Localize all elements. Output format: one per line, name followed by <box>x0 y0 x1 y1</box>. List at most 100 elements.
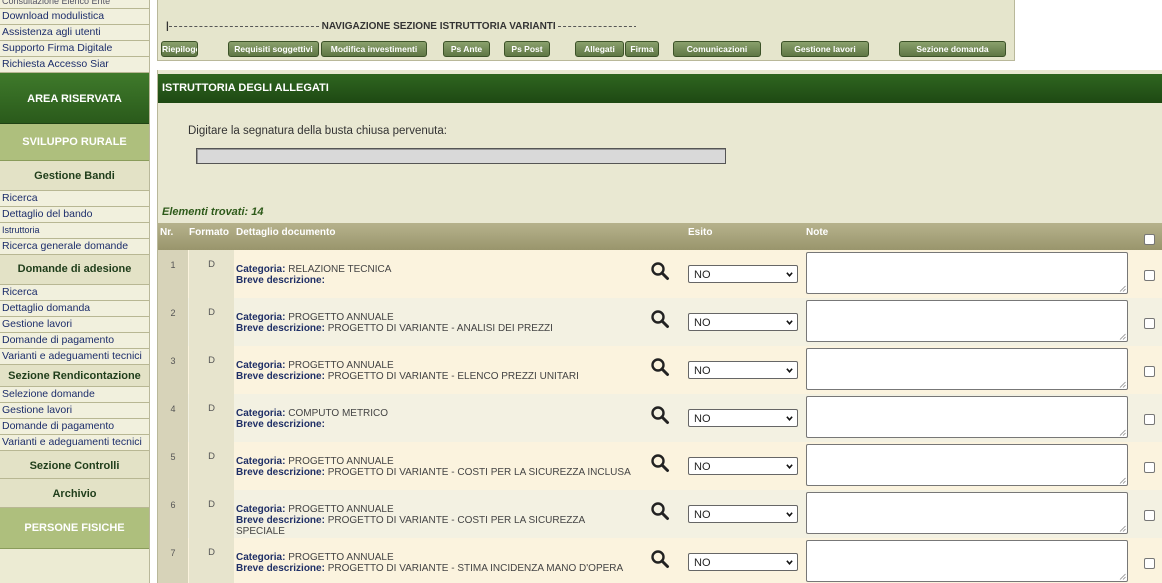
sidebar-rend-selezione[interactable]: Selezione domande <box>0 387 149 403</box>
sidebar-rend-gestione-lavori[interactable]: Gestione lavori <box>0 403 149 419</box>
category-value: RELAZIONE TECNICA <box>288 264 392 275</box>
nav-title-row: | NAVIGAZIONE SEZIONE ISTRUTTORIA VARIAN… <box>166 21 636 35</box>
sidebar-rend-varianti[interactable]: Varianti e adeguamenti tecnici <box>0 435 149 451</box>
resize-grip-icon[interactable] <box>1119 285 1126 292</box>
category-label: Categoria: <box>236 312 286 323</box>
description-label: Breve descrizione: <box>236 563 325 574</box>
table-row: 3 D Categoria: PROGETTO ANNUALE Breve de… <box>158 346 1162 395</box>
sidebar-bandi-istruttoria[interactable]: Istruttoria <box>0 223 149 239</box>
sidebar-link-accesso-siar[interactable]: Richiesta Accesso Siar <box>0 57 149 73</box>
category-label: Categoria: <box>236 408 286 419</box>
sidebar-sviluppo-rurale[interactable]: SVILUPPO RURALE <box>0 124 149 161</box>
row-document-detail: Categoria: PROGETTO ANNUALE Breve descri… <box>236 456 636 478</box>
category-label: Categoria: <box>236 456 286 467</box>
chevron-down-icon <box>786 272 793 278</box>
note-textarea[interactable] <box>806 492 1128 534</box>
nav-button-sezione-domanda[interactable]: Sezione domanda <box>899 41 1006 57</box>
category-label: Categoria: <box>236 360 286 371</box>
category-value: PROGETTO ANNUALE <box>288 552 394 563</box>
sidebar-link-assistenza[interactable]: Assistenza agli utenti <box>0 25 149 41</box>
table-row: 2 D Categoria: PROGETTO ANNUALE Breve de… <box>158 298 1162 347</box>
esito-select[interactable]: NO <box>688 313 798 331</box>
row-checkbox[interactable] <box>1144 462 1155 473</box>
row-checkbox[interactable] <box>1144 510 1155 521</box>
sidebar-persone-fisiche[interactable]: PERSONE FISICHE <box>0 508 149 549</box>
sidebar-link-firma-digitale[interactable]: Supporto Firma Digitale <box>0 41 149 57</box>
signature-input[interactable] <box>196 148 726 164</box>
esito-value: NO <box>694 317 711 329</box>
sidebar-domande-adesione[interactable]: Domande di adesione <box>0 255 149 285</box>
magnifier-icon[interactable] <box>650 501 670 521</box>
sidebar-sezione-rendicontazione[interactable]: Sezione Rendicontazione <box>0 365 149 387</box>
magnifier-icon[interactable] <box>650 549 670 569</box>
row-document-detail: Categoria: PROGETTO ANNUALE Breve descri… <box>236 312 636 334</box>
sidebar-gestione-bandi[interactable]: Gestione Bandi <box>0 161 149 191</box>
esito-value: NO <box>694 509 711 521</box>
sidebar-adesione-gestione-lavori[interactable]: Gestione lavori <box>0 317 149 333</box>
esito-select[interactable]: NO <box>688 553 798 571</box>
nav-button-modifica-investimenti[interactable]: Modifica investimenti <box>321 41 427 57</box>
note-textarea[interactable] <box>806 444 1128 486</box>
magnifier-icon[interactable] <box>650 357 670 377</box>
resize-grip-icon[interactable] <box>1119 333 1126 340</box>
nav-button-gestione-lavori[interactable]: Gestione lavori <box>781 41 869 57</box>
description-label: Breve descrizione: <box>236 467 325 478</box>
sidebar-bandi-ricerca-generale[interactable]: Ricerca generale domande <box>0 239 149 255</box>
esito-select[interactable]: NO <box>688 505 798 523</box>
magnifier-icon[interactable] <box>650 309 670 329</box>
nav-button-ps-post[interactable]: Ps Post <box>504 41 550 57</box>
resize-grip-icon[interactable] <box>1119 429 1126 436</box>
nav-button-allegati[interactable]: Allegati <box>575 41 624 57</box>
row-document-detail: Categoria: PROGETTO ANNUALE Breve descri… <box>236 504 636 537</box>
sidebar-adesione-pagamento[interactable]: Domande di pagamento <box>0 333 149 349</box>
signature-label: Digitare la segnatura della busta chiusa… <box>188 125 447 137</box>
sidebar-archivio[interactable]: Archivio <box>0 479 149 508</box>
note-textarea[interactable] <box>806 348 1128 390</box>
table-row: 4 D Categoria: COMPUTO METRICO Breve des… <box>158 394 1162 443</box>
esito-select[interactable]: NO <box>688 265 798 283</box>
sidebar-bandi-dettaglio[interactable]: Dettaglio del bando <box>0 207 149 223</box>
note-textarea[interactable] <box>806 300 1128 342</box>
resize-grip-icon[interactable] <box>1119 381 1126 388</box>
note-textarea[interactable] <box>806 252 1128 294</box>
row-checkbox[interactable] <box>1144 558 1155 569</box>
nav-button-requisiti[interactable]: Requisiti soggettivi <box>228 41 319 57</box>
sidebar-bandi-ricerca[interactable]: Ricerca <box>0 191 149 207</box>
sidebar-link-cut[interactable]: Consultazione Elenco Ente <box>0 0 149 9</box>
note-textarea[interactable] <box>806 396 1128 438</box>
magnifier-icon[interactable] <box>650 453 670 473</box>
resize-grip-icon[interactable] <box>1119 477 1126 484</box>
magnifier-icon[interactable] <box>650 261 670 281</box>
sidebar-adesione-ricerca[interactable]: Ricerca <box>0 285 149 301</box>
sidebar-link-download[interactable]: Download modulistica <box>0 9 149 25</box>
esito-select[interactable]: NO <box>688 409 798 427</box>
row-checkbox[interactable] <box>1144 318 1155 329</box>
row-format: D <box>189 538 234 583</box>
sidebar-adesione-varianti[interactable]: Varianti e adeguamenti tecnici <box>0 349 149 365</box>
row-checkbox[interactable] <box>1144 270 1155 281</box>
nav-button-ps-ante[interactable]: Ps Ante <box>443 41 490 57</box>
esito-select[interactable]: NO <box>688 457 798 475</box>
nav-button-firma[interactable]: Firma <box>625 41 659 57</box>
magnifier-icon[interactable] <box>650 405 670 425</box>
esito-select[interactable]: NO <box>688 361 798 379</box>
category-value: PROGETTO ANNUALE <box>288 360 394 371</box>
sidebar-adesione-dettaglio[interactable]: Dettaglio domanda <box>0 301 149 317</box>
table-header: Nr. Formato Dettaglio documento Esito No… <box>158 223 1162 250</box>
select-all-checkbox[interactable] <box>1144 234 1155 245</box>
description-value: PROGETTO DI VARIANTE - STIMA INCIDENZA M… <box>327 563 624 574</box>
description-label: Breve descrizione: <box>236 323 325 334</box>
nav-button-comunicazioni[interactable]: Comunicazioni <box>673 41 761 57</box>
note-textarea[interactable] <box>806 540 1128 582</box>
row-number: 4 <box>158 394 188 442</box>
nav-button-riepilogo[interactable]: Riepilogo <box>161 41 198 57</box>
nav-title: NAVIGAZIONE SEZIONE ISTRUTTORIA VARIANTI <box>321 21 556 32</box>
resize-grip-icon[interactable] <box>1119 525 1126 532</box>
category-value: COMPUTO METRICO <box>288 408 389 419</box>
sidebar-rend-pagamento[interactable]: Domande di pagamento <box>0 419 149 435</box>
sidebar-sezione-controlli[interactable]: Sezione Controlli <box>0 451 149 479</box>
resize-grip-icon[interactable] <box>1119 573 1126 580</box>
row-checkbox[interactable] <box>1144 414 1155 425</box>
row-checkbox[interactable] <box>1144 366 1155 377</box>
row-number: 2 <box>158 298 188 346</box>
